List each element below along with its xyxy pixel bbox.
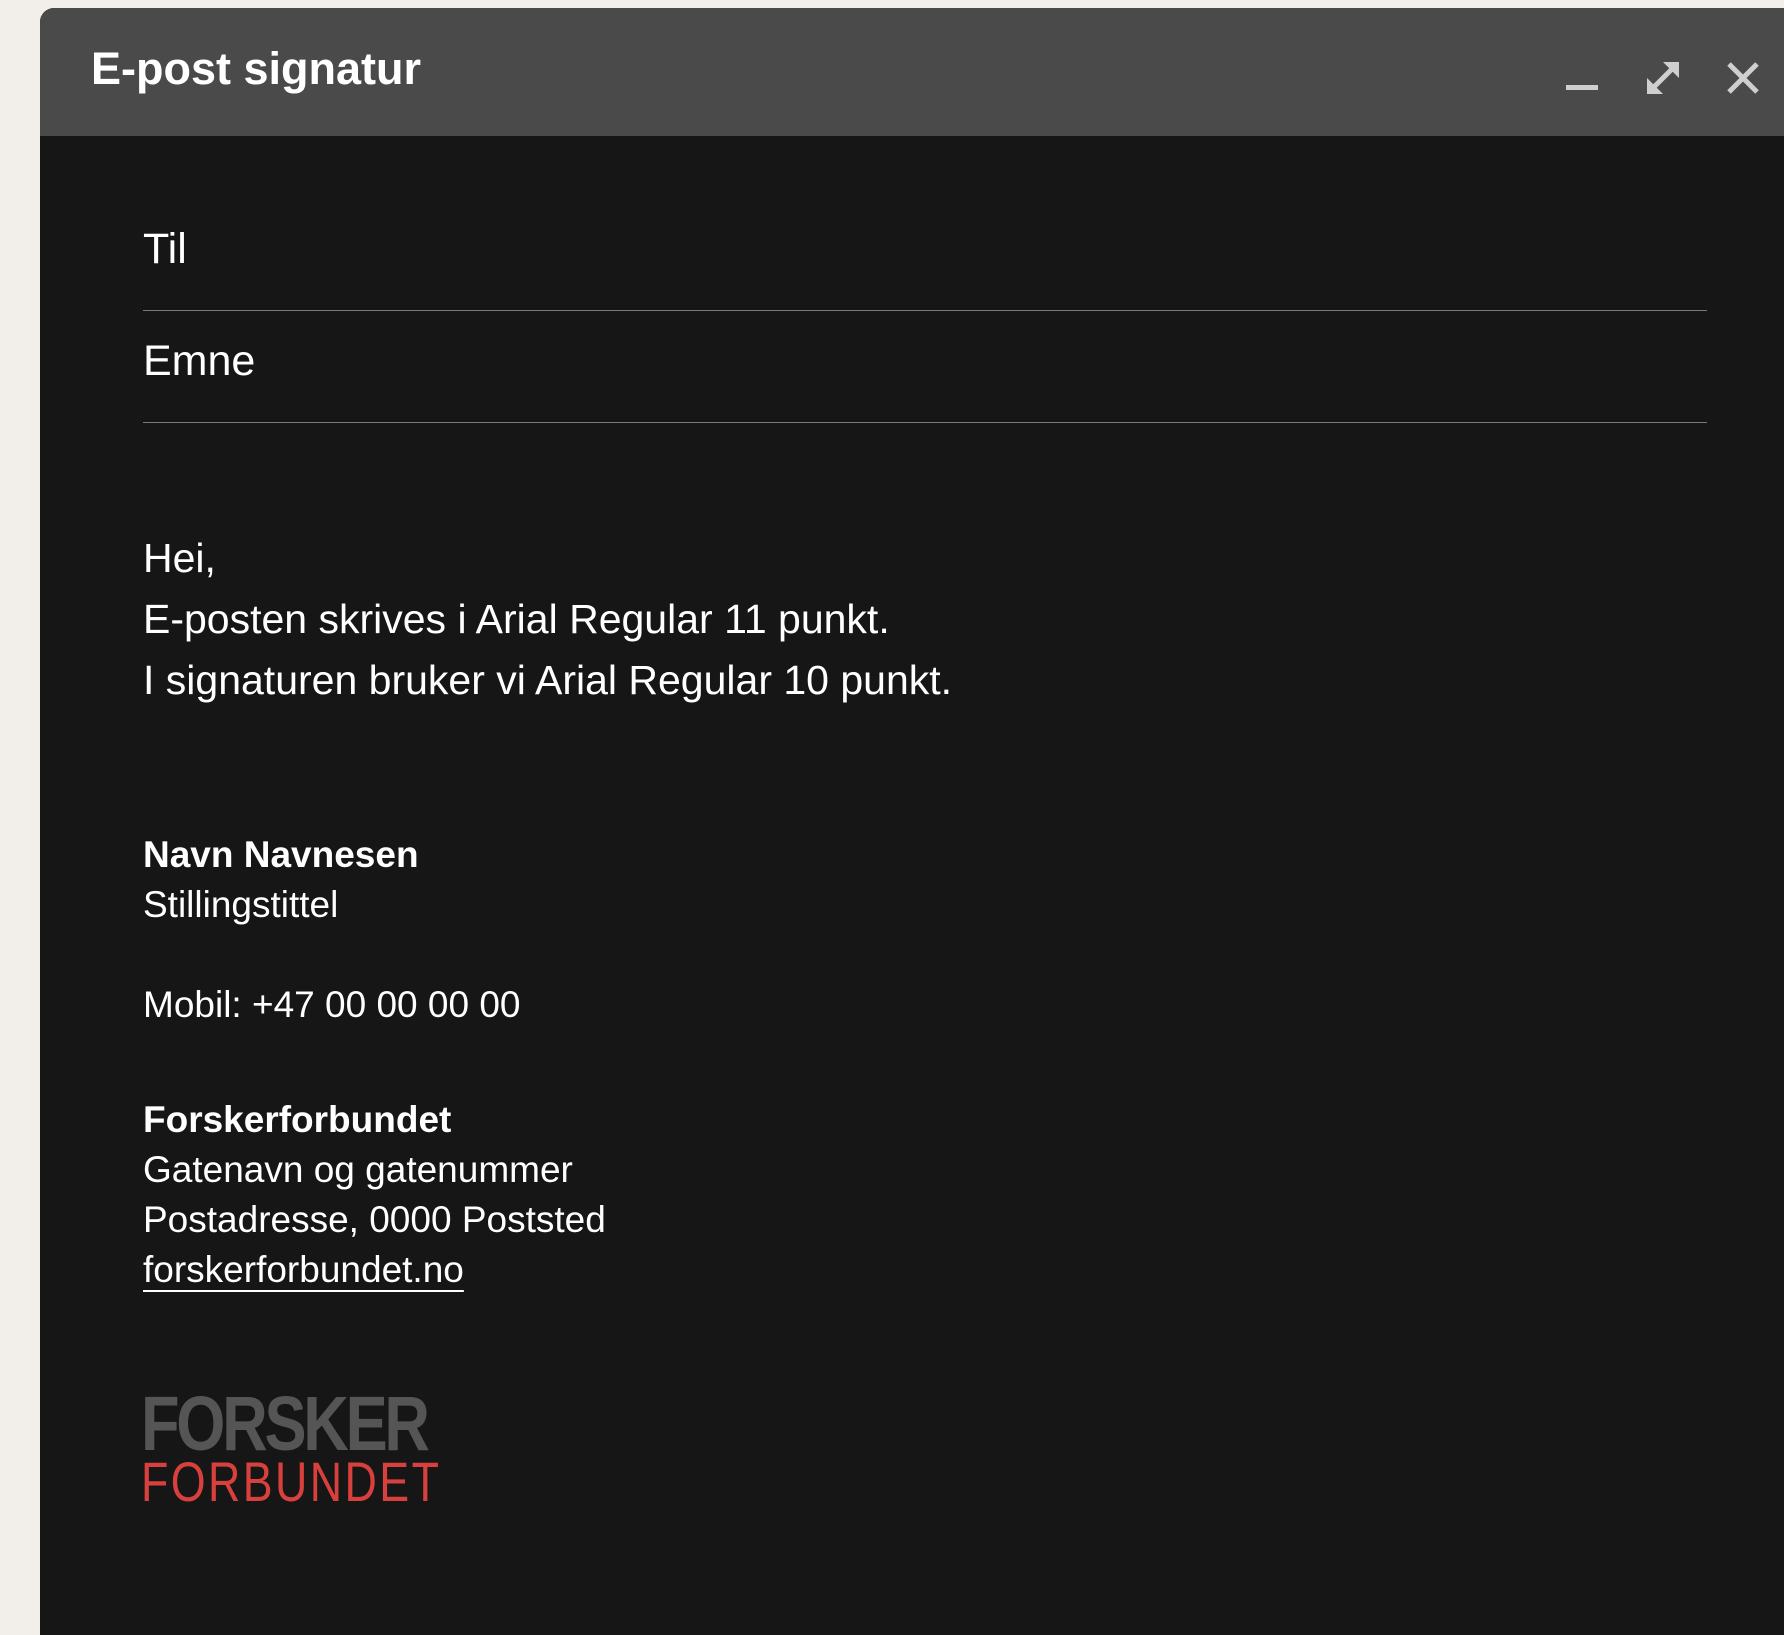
title-bar: E-post signatur <box>40 8 1784 136</box>
body-line-greeting: Hei, <box>143 535 216 581</box>
signature-postal: Postadresse, 0000 Poststed <box>143 1199 606 1240</box>
to-input[interactable] <box>283 220 1687 278</box>
body-line-signature-info: I signaturen bruker vi Arial Regular 10 … <box>143 657 953 703</box>
signature-street: Gatenavn og gatenummer <box>143 1149 573 1190</box>
expand-button[interactable] <box>1643 58 1683 98</box>
minimize-button[interactable] <box>1562 58 1602 98</box>
minimize-icon <box>1562 58 1602 98</box>
signature-website-link[interactable]: forskerforbundet.no <box>143 1249 464 1290</box>
subject-label: Emne <box>143 337 256 385</box>
message-body[interactable]: Hei, E-posten skrives i Arial Regular 11… <box>143 528 952 711</box>
to-field-row[interactable]: Til <box>143 198 1707 311</box>
compose-window: E-post signatur Til Emne Hei, E-posten s… <box>40 8 1784 1635</box>
expand-icon <box>1643 58 1683 98</box>
signature-spacer <box>143 930 606 980</box>
signature-name: Navn Navnesen <box>143 834 419 875</box>
to-label: Til <box>143 225 187 273</box>
email-signature: Navn Navnesen Stillingstittel Mobil: +47… <box>143 830 606 1295</box>
signature-mobile: Mobil: +47 00 00 00 00 <box>143 984 521 1025</box>
signature-organization: Forskerforbundet <box>143 1099 452 1140</box>
close-button[interactable] <box>1723 58 1763 98</box>
close-icon <box>1723 58 1763 98</box>
forskerforbundet-logo: FORSKER FORBUNDET <box>141 1386 441 1510</box>
logo-bottom-text: FORBUNDET <box>141 1450 442 1513</box>
subject-field-row[interactable]: Emne <box>143 310 1707 423</box>
signature-spacer <box>143 1030 606 1095</box>
signature-job-title: Stillingstittel <box>143 884 339 925</box>
body-line-font-info: E-posten skrives i Arial Regular 11 punk… <box>143 596 890 642</box>
window-title: E-post signatur <box>91 43 422 94</box>
subject-input[interactable] <box>283 332 1687 390</box>
